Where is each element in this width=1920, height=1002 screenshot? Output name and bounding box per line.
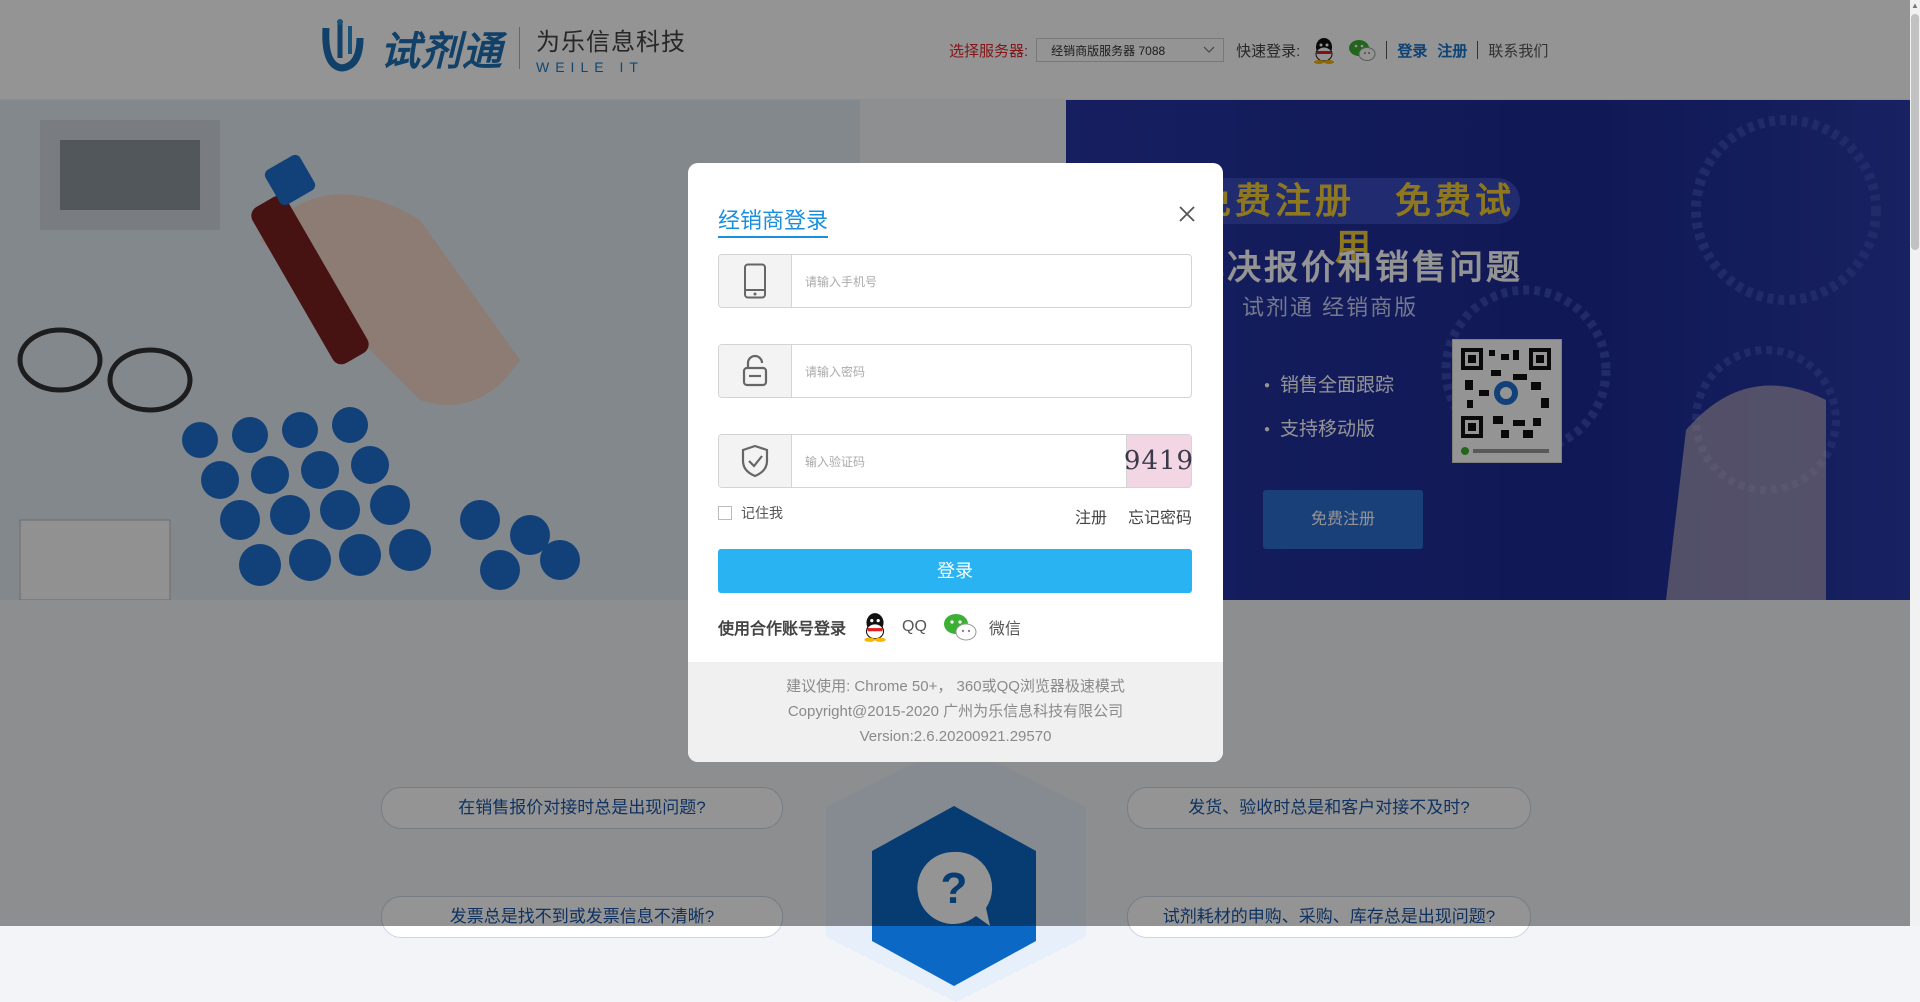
partner-wechat-link[interactable]: 微信 — [989, 615, 1021, 639]
browser-recommendation: 建议使用: Chrome 50+， 360或QQ浏览器极速模式 — [786, 678, 1125, 695]
phone-field — [718, 254, 1192, 308]
phone-input[interactable] — [803, 269, 1107, 295]
close-icon[interactable] — [1176, 203, 1198, 225]
forgot-password-link[interactable]: 忘记密码 — [1128, 504, 1192, 528]
captcha-input[interactable] — [803, 449, 1047, 475]
field-icon-box — [719, 255, 792, 307]
partner-login-label: 使用合作账号登录 — [718, 621, 847, 638]
remember-me[interactable]: 记住我 — [718, 503, 783, 523]
partner-login: 使用合作账号登录 QQ 微信 — [718, 611, 1021, 643]
remember-checkbox[interactable] — [718, 506, 732, 520]
dialog-footer: 建议使用: Chrome 50+， 360或QQ浏览器极速模式 Copyrigh… — [688, 662, 1223, 762]
mobile-phone-icon — [744, 263, 766, 299]
version: Version:2.6.20200921.29570 — [859, 728, 1052, 745]
scroll-up-arrow-icon[interactable]: ▲ — [1910, 0, 1920, 12]
captcha-image[interactable]: 9419 — [1124, 435, 1193, 487]
field-icon-box — [719, 435, 792, 487]
remember-label: 记住我 — [741, 505, 783, 521]
register-link[interactable]: 注册 — [1075, 504, 1107, 528]
lock-icon — [742, 354, 768, 387]
login-dialog: 经销商登录 94 — [688, 163, 1223, 762]
password-field — [718, 344, 1192, 398]
qq-icon[interactable] — [860, 611, 890, 643]
wechat-icon[interactable] — [943, 612, 977, 642]
field-icon-box — [719, 345, 792, 397]
dialog-title: 经销商登录 — [718, 203, 829, 238]
shield-check-icon — [741, 444, 769, 478]
partner-qq-link[interactable]: QQ — [902, 618, 927, 636]
scrollbar-thumb[interactable] — [1911, 14, 1919, 250]
login-button[interactable]: 登录 — [718, 549, 1192, 593]
captcha-field: 9419 — [718, 434, 1193, 488]
copyright: Copyright@2015-2020 广州为乐信息科技有限公司 — [787, 703, 1124, 720]
password-input[interactable] — [803, 359, 1107, 385]
